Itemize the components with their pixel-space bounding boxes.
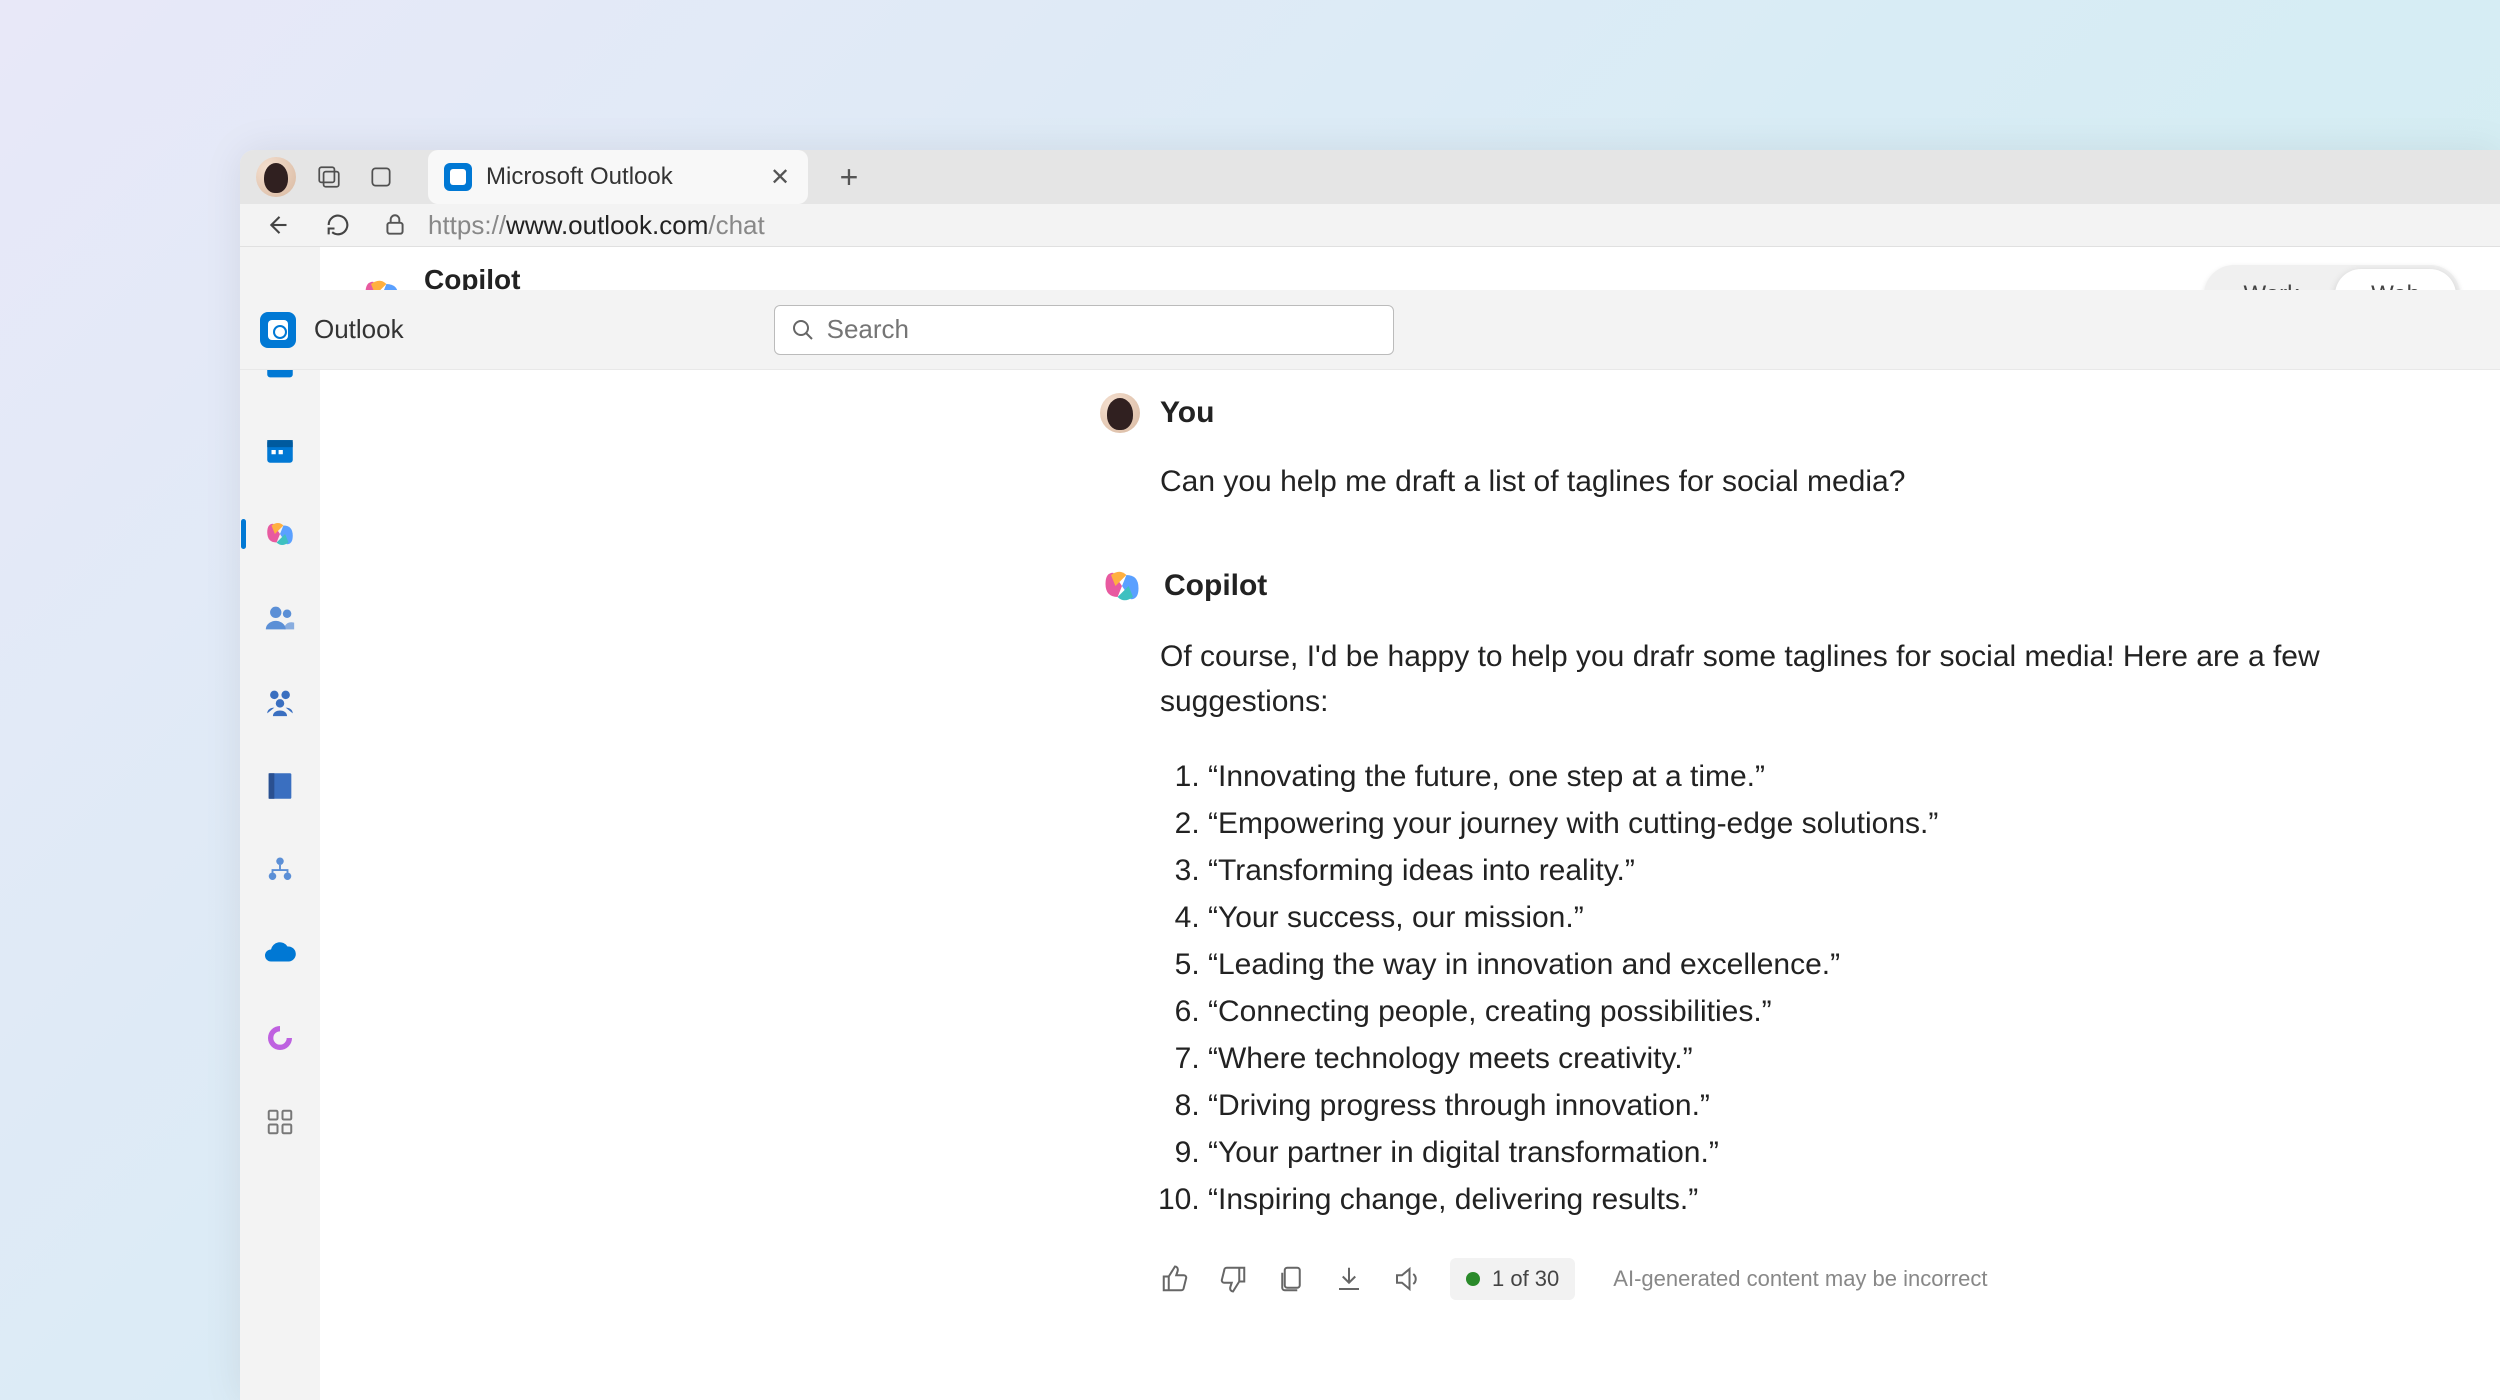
tagline-item: “Driving progress through innovation.”	[1208, 1083, 2440, 1128]
tagline-item: “Innovating the future, one step at a ti…	[1208, 754, 2440, 799]
nav-loop[interactable]	[261, 1019, 299, 1057]
nav-onenote[interactable]	[261, 767, 299, 805]
chat-area: You Can you help me draft a list of tagl…	[320, 343, 2500, 1400]
user-message-text: Can you help me draft a list of taglines…	[1160, 459, 2440, 504]
search-box[interactable]	[774, 305, 1394, 355]
assistant-message-text: Of course, I'd be happy to help you draf…	[1160, 634, 2440, 1222]
cloud-icon	[262, 936, 298, 972]
close-tab-button[interactable]: ✕	[768, 165, 792, 189]
outlook-logo-icon	[260, 312, 296, 348]
main-content: Copilot Can you help me draft... Work We…	[320, 247, 2500, 1400]
nav-onedrive[interactable]	[261, 935, 299, 973]
nav-more-apps[interactable]	[261, 1103, 299, 1141]
outlook-app-title: Outlook	[314, 314, 404, 345]
assistant-message: Copilot Of course, I'd be happy to help …	[380, 564, 2440, 1300]
groups-icon	[263, 685, 297, 719]
browser-addressbar: https://www.outlook.com/chat	[240, 204, 2500, 247]
org-chart-icon	[265, 855, 295, 885]
read-aloud-button[interactable]	[1392, 1264, 1422, 1294]
left-nav-rail	[240, 247, 320, 1400]
app-body: Copilot Can you help me draft... Work We…	[240, 247, 2500, 1400]
back-button[interactable]	[258, 207, 294, 243]
outlook-favicon-icon	[444, 163, 472, 191]
loop-icon	[264, 1022, 296, 1054]
user-message: You Can you help me draft a list of tagl…	[380, 393, 2440, 504]
tab-actions-icon[interactable]	[364, 160, 398, 194]
tab-title: Microsoft Outlook	[486, 163, 768, 191]
browser-tab[interactable]: Microsoft Outlook ✕	[428, 150, 808, 204]
tagline-list: “Innovating the future, one step at a ti…	[1160, 754, 2440, 1222]
outlook-header: Outlook	[240, 290, 2500, 370]
lock-icon	[382, 212, 408, 238]
browser-window: Microsoft Outlook ✕ + https://www.outloo…	[240, 150, 2500, 1400]
nav-groups[interactable]	[261, 683, 299, 721]
tagline-item: “Your success, our mission.”	[1208, 895, 2440, 940]
response-counter-badge[interactable]: 1 of 30	[1450, 1258, 1575, 1300]
copy-button[interactable]	[1276, 1264, 1306, 1294]
tagline-item: “Inspiring change, delivering results.”	[1208, 1177, 2440, 1222]
tagline-item: “Empowering your journey with cutting-ed…	[1208, 801, 2440, 846]
nav-org[interactable]	[261, 851, 299, 889]
status-dot-icon	[1466, 1272, 1480, 1286]
nav-people[interactable]	[261, 599, 299, 637]
refresh-button[interactable]	[320, 207, 356, 243]
user-avatar	[1100, 393, 1140, 433]
browser-titlebar: Microsoft Outlook ✕ +	[240, 150, 2500, 204]
assistant-sender-label: Copilot	[1164, 569, 1267, 603]
export-button[interactable]	[1334, 1264, 1364, 1294]
copilot-icon	[263, 517, 297, 551]
apps-grid-icon	[265, 1107, 295, 1137]
search-icon	[791, 318, 815, 342]
calendar-icon	[263, 433, 297, 467]
tagline-item: “Transforming ideas into reality.”	[1208, 848, 2440, 893]
nav-calendar[interactable]	[261, 431, 299, 469]
nav-copilot[interactable]	[261, 515, 299, 553]
user-sender-label: You	[1160, 396, 1214, 430]
workspaces-icon[interactable]	[312, 160, 346, 194]
copilot-avatar-icon	[1100, 564, 1144, 608]
search-input[interactable]	[827, 314, 1377, 345]
tagline-item: “Your partner in digital transformation.…	[1208, 1130, 2440, 1175]
people-icon	[263, 601, 297, 635]
url-text: https://www.outlook.com/chat	[428, 210, 765, 241]
dislike-button[interactable]	[1218, 1264, 1248, 1294]
address-bar[interactable]: https://www.outlook.com/chat	[382, 210, 765, 241]
like-button[interactable]	[1160, 1264, 1190, 1294]
profile-avatar[interactable]	[256, 157, 296, 197]
new-tab-button[interactable]: +	[832, 160, 866, 194]
tagline-item: “Leading the way in innovation and excel…	[1208, 942, 2440, 987]
response-actions: 1 of 30 AI-generated content may be inco…	[1160, 1258, 2440, 1300]
tagline-item: “Connecting people, creating possibiliti…	[1208, 989, 2440, 1034]
ai-disclaimer: AI-generated content may be incorrect	[1613, 1266, 1987, 1292]
assistant-intro: Of course, I'd be happy to help you draf…	[1160, 640, 2320, 718]
response-counter: 1 of 30	[1492, 1266, 1559, 1292]
notebook-icon	[263, 769, 297, 803]
tagline-item: “Where technology meets creativity.”	[1208, 1036, 2440, 1081]
